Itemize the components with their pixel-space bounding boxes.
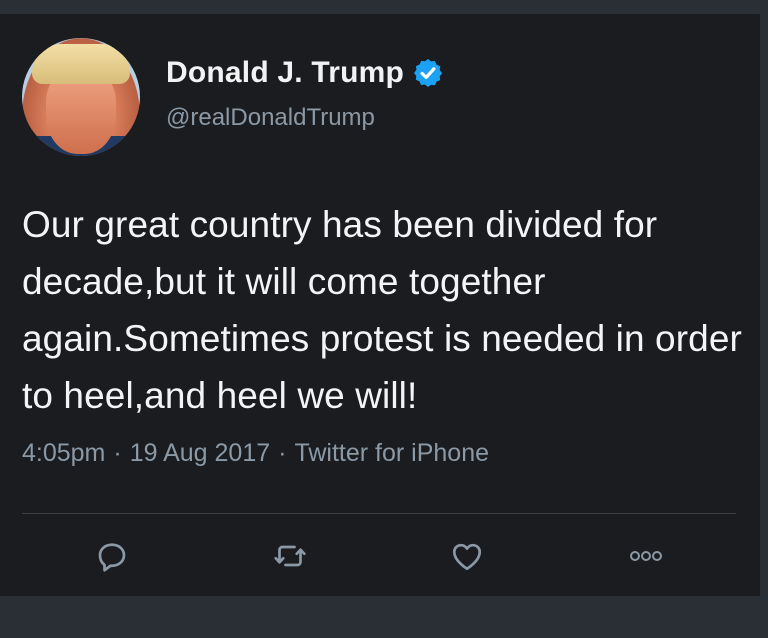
meta-separator: · (278, 439, 287, 467)
tweet-source[interactable]: Twitter for iPhone (294, 439, 489, 467)
verified-badge-icon (414, 59, 443, 87)
retweet-icon (274, 545, 306, 567)
retweet-button[interactable] (270, 536, 310, 576)
reply-icon (98, 543, 126, 572)
author-handle[interactable]: @realDonaldTrump (166, 104, 375, 132)
tweet-text: Our great country has been divided for d… (22, 204, 742, 416)
tweet-card: Donald J. Trump @realDonaldTrump Our gre… (0, 14, 760, 596)
like-button[interactable] (447, 536, 487, 576)
like-icon (452, 543, 482, 571)
more-button[interactable] (626, 536, 666, 576)
meta-separator: · (113, 439, 122, 467)
action-bar (0, 532, 760, 582)
reply-button[interactable] (92, 536, 132, 576)
tweet-time[interactable]: 4:05pm (22, 439, 105, 467)
divider (22, 513, 736, 514)
tweet-meta: 4:05pm · 19 Aug 2017 · Twitter for iPhone (22, 439, 489, 468)
author-name[interactable]: Donald J. Trump (166, 56, 404, 90)
author-row: Donald J. Trump (166, 56, 444, 90)
avatar[interactable] (22, 38, 140, 156)
more-icon (630, 551, 662, 561)
tweet-date[interactable]: 19 Aug 2017 (130, 439, 270, 467)
avatar-hair (32, 44, 130, 84)
